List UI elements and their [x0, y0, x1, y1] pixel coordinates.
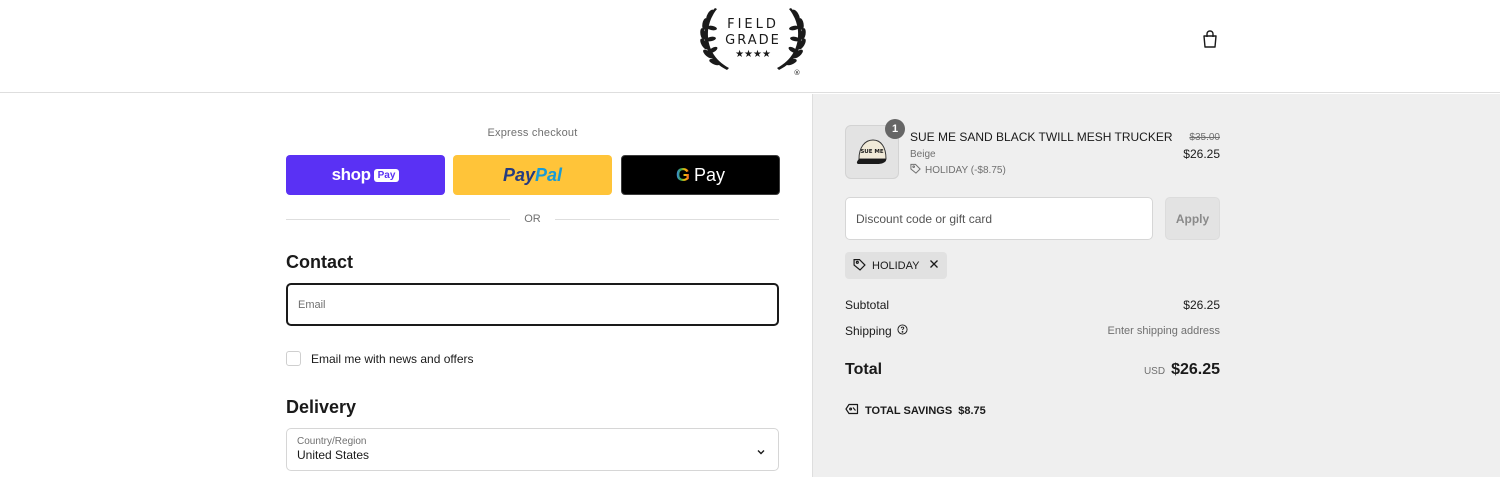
- total-row: Total USD $26.25: [845, 361, 1220, 379]
- tag-icon: [853, 258, 866, 274]
- express-checkout-label: Express checkout: [487, 127, 578, 139]
- shipping-label-group: Shipping: [845, 324, 908, 338]
- logo-registered-mark: ®: [794, 69, 801, 77]
- cart-button[interactable]: [1200, 29, 1220, 53]
- shipping-label: Shipping: [845, 324, 892, 338]
- delivery-heading: Delivery: [286, 397, 357, 417]
- shipping-row: Shipping Enter shipping address: [845, 324, 1220, 338]
- subtotal-label: Subtotal: [845, 298, 890, 312]
- google-pay-label: Pay: [693, 164, 726, 185]
- shop-pay-badge: Pay: [373, 168, 400, 182]
- original-price: $35.00: [1189, 132, 1220, 143]
- total-savings: TOTAL SAVINGS $8.75: [845, 403, 986, 418]
- discounted-price: $26.25: [1183, 147, 1220, 161]
- trucker-hat-image: SUE ME: [856, 139, 887, 164]
- help-icon[interactable]: [897, 324, 908, 338]
- remove-discount-button[interactable]: [929, 259, 939, 272]
- hat-print-text: SUE ME: [860, 149, 884, 155]
- google-pay-button[interactable]: G Pay: [621, 155, 780, 195]
- savings-label: TOTAL SAVINGS: [865, 404, 953, 417]
- logo-stars: ★★★★: [735, 49, 771, 60]
- applied-code-text: HOLIDAY: [872, 259, 920, 272]
- shipping-value: Enter shipping address: [1107, 325, 1220, 337]
- google-g-icon: G: [675, 164, 690, 185]
- logo-line-1: FIELD: [727, 17, 779, 32]
- total-amount: $26.25: [1171, 361, 1220, 378]
- newsletter-option[interactable]: Email me with news and offers: [286, 351, 474, 366]
- country-select[interactable]: Country/Region United States: [286, 428, 779, 471]
- total-value-group: USD $26.25: [1144, 361, 1220, 379]
- total-currency: USD: [1143, 366, 1166, 377]
- product-variant: Beige: [910, 149, 936, 160]
- paypal-wordmark-part-1: Pay: [502, 164, 535, 185]
- applied-discount-tag: HOLIDAY: [845, 252, 948, 279]
- discount-code-input[interactable]: [845, 197, 1153, 240]
- product-name: SUE ME SAND BLACK TWILL MESH TRUCKER: [910, 130, 1173, 144]
- country-caption: Country/Region: [297, 436, 367, 447]
- savings-value: $8.75: [958, 404, 986, 417]
- google-pay-wordmark: G Pay: [676, 165, 725, 186]
- field-grade-logo[interactable]: FIELD GRADE ★★★★ ®: [697, 4, 809, 78]
- paypal-wordmark: PayPal: [503, 165, 562, 186]
- product-discount: HOLIDAY (-$8.75): [910, 163, 1006, 177]
- logo-line-2: GRADE: [725, 33, 781, 48]
- newsletter-checkbox[interactable]: [286, 351, 301, 366]
- shopping-bag-icon: [1202, 29, 1218, 53]
- paypal-button[interactable]: PayPal: [453, 155, 612, 195]
- apply-discount-button[interactable]: Apply: [1165, 197, 1220, 240]
- or-divider: OR: [286, 210, 779, 228]
- paypal-wordmark-part-2: Pal: [535, 164, 563, 185]
- quantity-badge: 1: [885, 119, 905, 139]
- newsletter-label: Email me with news and offers: [311, 351, 474, 366]
- shop-pay-wordmark: shop: [331, 165, 371, 184]
- contact-heading: Contact: [286, 252, 353, 272]
- chevron-down-icon: [756, 444, 766, 462]
- close-icon: [929, 259, 939, 272]
- subtotal-value: $26.25: [1183, 298, 1220, 312]
- email-field[interactable]: [286, 283, 779, 326]
- or-text: OR: [524, 213, 541, 225]
- subtotal-row: Subtotal $26.25: [845, 298, 1220, 312]
- shop-pay-button[interactable]: shop Pay: [286, 155, 445, 195]
- divider-line-right: [554, 218, 779, 220]
- product-discount-text: HOLIDAY (-$8.75): [925, 164, 1006, 176]
- savings-tag-icon: [845, 403, 859, 418]
- divider-line-left: [286, 218, 511, 220]
- tag-icon: [910, 163, 921, 177]
- country-value: United States: [297, 448, 370, 462]
- header: FIELD GRADE ★★★★ ®: [0, 0, 1500, 93]
- total-label: Total: [845, 361, 883, 378]
